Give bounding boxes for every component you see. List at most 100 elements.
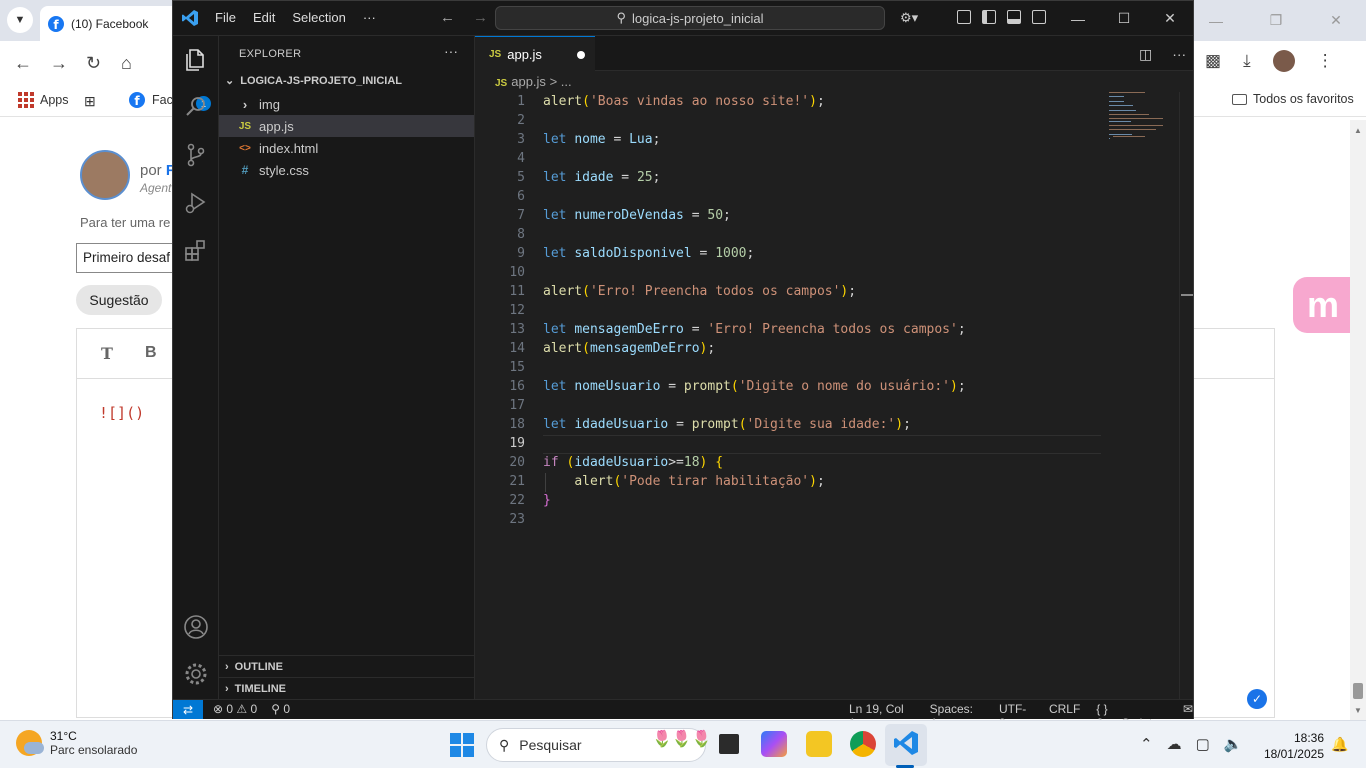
editor-content[interactable]: ![]() (99, 404, 144, 422)
code-line[interactable]: let idade = 25; (543, 168, 660, 187)
code-line[interactable]: let nomeUsuario = prompt('Digite o nome … (543, 377, 966, 396)
editor-scrollbar-track[interactable] (1179, 92, 1193, 699)
forward-icon[interactable]: → (473, 9, 488, 26)
extensions-icon[interactable] (182, 237, 210, 265)
more-actions-icon[interactable]: ··· (1172, 46, 1186, 63)
customize-layout-icon[interactable] (957, 10, 971, 24)
tab-search-button[interactable]: ▼ (7, 7, 33, 33)
profile-avatar[interactable] (1272, 50, 1295, 72)
line-number: 23 (509, 512, 525, 527)
tab-groups-icon[interactable]: ⊞ (84, 93, 96, 110)
accounts-icon[interactable] (182, 613, 210, 641)
title-input[interactable]: Primeiro desaf (76, 243, 186, 273)
tree-item-app-js[interactable]: JS app.js (219, 115, 474, 137)
restore-icon[interactable]: ❐ (1246, 0, 1306, 41)
bookmark-all-favorites[interactable]: Todos os favoritos (1232, 92, 1354, 106)
outline-section[interactable]: › OUTLINE (219, 655, 474, 677)
menu-more[interactable]: ··· (363, 10, 376, 25)
code-line[interactable]: } (543, 491, 551, 510)
vscode-icon[interactable] (893, 730, 919, 756)
code-line[interactable]: alert(mensagemDeErro); (543, 339, 715, 358)
menu-selection[interactable]: Selection (292, 10, 345, 25)
close-icon[interactable]: ✕ (1306, 0, 1366, 41)
task-view-icon[interactable] (716, 731, 742, 757)
menu-icon[interactable]: ⋮ (1317, 51, 1334, 71)
bookmark-apps[interactable]: Apps (18, 92, 69, 108)
current-line-highlight (543, 435, 1101, 454)
line-number: 9 (517, 246, 525, 261)
layout-controls (957, 10, 1046, 24)
maximize-icon[interactable]: ☐ (1101, 1, 1147, 36)
weather-widget[interactable]: 31°C Parc ensolarado (16, 729, 137, 757)
text-style-button[interactable]: T (101, 344, 113, 363)
toggle-sidebar-icon[interactable] (982, 10, 996, 24)
line-number: 15 (509, 360, 525, 375)
network-icon[interactable]: ☁ (1167, 735, 1182, 753)
forward-icon[interactable]: → (50, 53, 68, 74)
extensions-icon[interactable]: ▩ (1205, 51, 1221, 71)
code-line[interactable]: let numeroDeVendas = 50; (543, 206, 731, 225)
back-icon[interactable]: ← (440, 9, 455, 26)
code-line[interactable]: if (idadeUsuario>=18) { (543, 453, 723, 472)
run-debug-icon[interactable] (182, 189, 210, 217)
chrome-icon[interactable] (850, 731, 876, 757)
download-icon[interactable]: ⤓ (1243, 51, 1251, 71)
more-actions-icon[interactable]: ··· (444, 43, 458, 59)
copilot-icon[interactable]: ⚙▾ (900, 10, 918, 26)
tree-item-img[interactable]: › img (219, 93, 474, 115)
chevron-up-icon[interactable]: ⌃ (1140, 735, 1153, 753)
check-icon[interactable]: ✓ (1247, 689, 1267, 709)
bold-button[interactable]: B (145, 344, 157, 362)
minimize-icon[interactable]: — (1186, 0, 1246, 41)
volume-icon[interactable]: 🔈 (1224, 735, 1243, 753)
tree-item-style-css[interactable]: # style.css (219, 159, 474, 181)
code-line[interactable]: let saldoDisponivel = 1000; (543, 244, 754, 263)
floating-widget[interactable]: m (1293, 277, 1353, 333)
toggle-secondary-sidebar-icon[interactable] (1032, 10, 1046, 24)
reload-icon[interactable]: ↻ (86, 53, 101, 74)
source-control-icon[interactable] (182, 141, 210, 169)
ports-indicator[interactable]: ⚲ 0 (271, 702, 290, 716)
remote-icon[interactable]: ⇄ (173, 700, 203, 719)
browser-tab-facebook[interactable]: f (10) Facebook (40, 6, 190, 41)
problems-indicator[interactable]: ⊗ 0 ⚠ 0 (213, 702, 257, 716)
split-editor-icon[interactable]: ◫ (1139, 46, 1152, 63)
code-line[interactable]: let mensagemDeErro = 'Erro! Preencha tod… (543, 320, 966, 339)
windows-start-icon[interactable] (450, 733, 474, 757)
page-scrollbar[interactable]: ▲ ▼ (1350, 120, 1366, 720)
explorer-icon[interactable] (182, 46, 210, 74)
minimap-line (1109, 133, 1132, 135)
code-line[interactable]: let nome = Lua; (543, 130, 660, 149)
suggestion-button[interactable]: Sugestão (76, 285, 162, 315)
menu-edit[interactable]: Edit (253, 10, 275, 25)
clock[interactable]: 18:36 18/01/2025 (1258, 730, 1324, 762)
display-icon[interactable]: ▢ (1196, 735, 1210, 753)
notification-bell-icon[interactable]: 🔔 (1331, 736, 1348, 753)
file-explorer-icon[interactable] (806, 731, 832, 757)
project-folder[interactable]: ⌄ LOGICA-JS-PROJETO_INICIAL (225, 74, 402, 88)
command-center-search[interactable]: ⚲ logica-js-projeto_inicial (495, 6, 885, 30)
tab-app-js[interactable]: JS app.js (475, 36, 595, 71)
back-icon[interactable]: ← (14, 53, 32, 74)
toggle-panel-icon[interactable] (1007, 10, 1021, 24)
home-icon[interactable]: ⌂ (121, 53, 132, 74)
unsaved-dot-icon[interactable] (577, 51, 585, 59)
search-icon: ⚲ (616, 10, 626, 25)
close-icon[interactable]: ✕ (1147, 1, 1193, 36)
code-line[interactable]: alert('Boas vindas ao nosso site!'); (543, 92, 825, 111)
minimap[interactable] (1109, 92, 1169, 152)
search-icon[interactable] (182, 93, 210, 121)
minimize-icon[interactable]: — (1055, 1, 1101, 36)
minimap-line (1109, 114, 1149, 115)
code-line[interactable]: alert('Erro! Preencha todos os campos'); (543, 282, 856, 301)
facebook-icon: f (48, 15, 64, 32)
settings-gear-icon[interactable] (182, 660, 210, 688)
code-line[interactable]: let idadeUsuario = prompt('Digite sua id… (543, 415, 911, 434)
timeline-section[interactable]: › TIMELINE (219, 677, 474, 699)
minimap-line (1109, 100, 1124, 102)
menu-file[interactable]: File (215, 10, 236, 25)
code-line[interactable]: alert('Pode tirar habilitação'); (543, 472, 824, 491)
copilot-icon[interactable] (761, 731, 787, 757)
tree-item-index-html[interactable]: <> index.html (219, 137, 474, 159)
breadcrumb[interactable]: JS app.js > ... (495, 74, 572, 89)
